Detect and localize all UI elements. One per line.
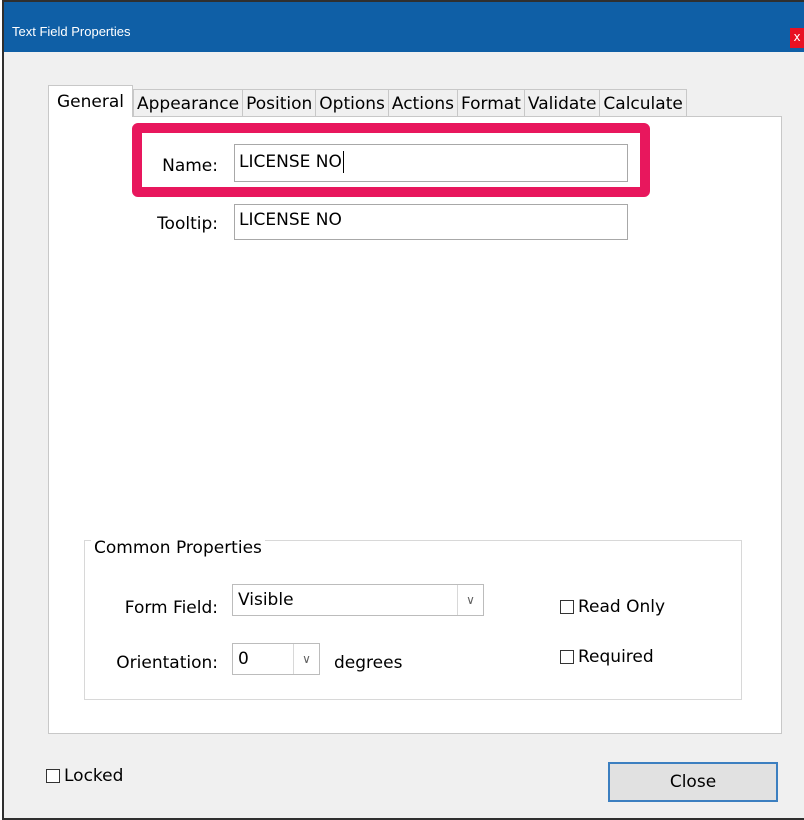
common-properties-legend: Common Properties	[91, 538, 265, 558]
form-field-label: Form Field:	[124, 598, 218, 618]
tab-position[interactable]: Position	[243, 89, 317, 117]
chevron-down-icon[interactable]: ∨	[457, 585, 483, 615]
locked-checkbox[interactable]	[46, 769, 60, 783]
tab-validate[interactable]: Validate	[524, 89, 601, 117]
close-button[interactable]: Close	[608, 762, 778, 802]
form-field-select[interactable]: Visible ∨	[232, 584, 484, 616]
chevron-down-icon[interactable]: ∨	[293, 644, 319, 674]
name-label: Name:	[162, 156, 218, 176]
tab-calculate[interactable]: Calculate	[600, 89, 687, 117]
orientation-units: degrees	[334, 653, 403, 673]
tab-strip: General Appearance Position Options Acti…	[48, 85, 687, 117]
read-only-option[interactable]: Read Only	[560, 597, 665, 617]
locked-option[interactable]: Locked	[46, 766, 123, 786]
read-only-label: Read Only	[578, 597, 666, 617]
title-bar[interactable]: Text Field Properties x	[4, 2, 804, 52]
form-field-value: Visible	[238, 590, 294, 610]
required-checkbox[interactable]	[560, 650, 574, 664]
orientation-label: Orientation:	[116, 653, 218, 673]
tooltip-label: Tooltip:	[157, 214, 218, 234]
tab-format[interactable]: Format	[457, 89, 525, 117]
required-option[interactable]: Required	[560, 647, 654, 667]
close-window-button[interactable]: x	[790, 28, 804, 48]
tab-general[interactable]: General	[48, 85, 133, 117]
tab-options[interactable]: Options	[316, 89, 389, 117]
window-title: Text Field Properties	[12, 24, 131, 39]
common-properties-group	[84, 540, 742, 700]
orientation-select[interactable]: 0 ∨	[232, 643, 320, 675]
tab-appearance[interactable]: Appearance	[133, 89, 244, 117]
orientation-value: 0	[238, 649, 249, 669]
locked-label: Locked	[64, 766, 124, 786]
required-label: Required	[578, 647, 654, 667]
read-only-checkbox[interactable]	[560, 600, 574, 614]
tooltip-field-value: LICENSE NO	[239, 210, 342, 230]
tab-actions[interactable]: Actions	[388, 89, 458, 117]
tooltip-field[interactable]: LICENSE NO	[234, 204, 628, 240]
